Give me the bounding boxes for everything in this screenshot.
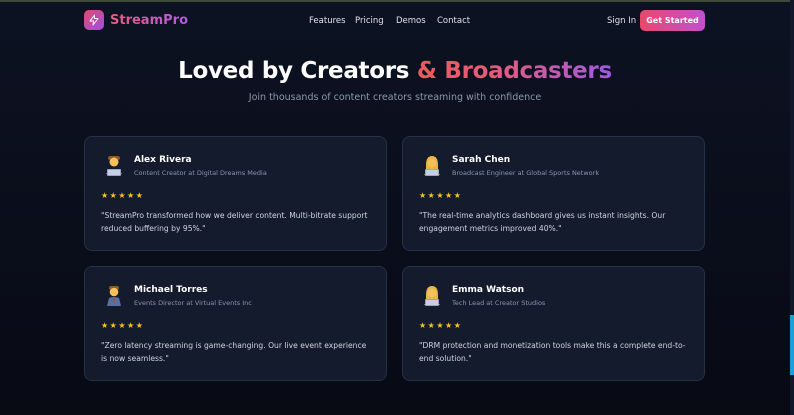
get-started-button[interactable]: Get Started xyxy=(640,10,705,31)
nav-link-demos[interactable]: Demos xyxy=(396,16,426,26)
testimonial-card: Emma Watson Tech Lead at Creator Studios… xyxy=(402,266,705,381)
testimonial-quote: "StreamPro transformed how we deliver co… xyxy=(101,211,368,233)
testimonial-card: Michael Torres Events Director at Virtua… xyxy=(84,266,387,381)
testimonial-quote: "DRM protection and monetization tools m… xyxy=(419,341,686,363)
testimonial-role: Content Creator at Digital Dreams Media xyxy=(134,169,267,177)
nav-link-features[interactable]: Features xyxy=(309,16,346,26)
testimonial-quote: "The real-time analytics dashboard gives… xyxy=(419,211,666,233)
section-title: Loved by Creators & Broadcasters xyxy=(0,58,790,84)
star-rating: ★★★★★ xyxy=(419,321,463,330)
man-office-worker-icon xyxy=(103,285,125,307)
testimonial-name: Emma Watson xyxy=(452,285,525,295)
section-subtitle: Join thousands of content creators strea… xyxy=(248,92,542,103)
testimonial-role: Tech Lead at Creator Studios xyxy=(452,299,546,307)
woman-technologist-icon xyxy=(421,285,443,307)
testimonial-name: Michael Torres xyxy=(134,285,208,295)
star-rating: ★★★★★ xyxy=(419,191,463,200)
testimonial-quote: "Zero latency streaming is game-changing… xyxy=(101,341,367,363)
nav-link-pricing[interactable]: Pricing xyxy=(355,16,384,26)
testimonial-role: Broadcast Engineer at Global Sports Netw… xyxy=(452,169,600,177)
sign-in-link[interactable]: Sign In xyxy=(607,16,636,26)
title-accent: & Broadcasters xyxy=(416,58,612,84)
testimonial-name: Sarah Chen xyxy=(452,155,511,165)
testimonial-card: Sarah Chen Broadcast Engineer at Global … xyxy=(402,136,705,251)
woman-technologist-icon xyxy=(421,155,443,177)
brand-name: StreamPro xyxy=(110,12,188,28)
brand-logo[interactable]: StreamPro xyxy=(84,10,188,30)
title-main: Loved by Creators xyxy=(178,58,417,84)
nav-link-contact[interactable]: Contact xyxy=(437,16,470,26)
testimonial-name: Alex Rivera xyxy=(134,155,192,165)
star-rating: ★★★★★ xyxy=(101,321,145,330)
lightning-icon xyxy=(84,10,104,30)
man-technologist-icon xyxy=(103,155,125,177)
testimonial-role: Events Director at Virtual Events Inc xyxy=(134,299,252,307)
star-rating: ★★★★★ xyxy=(101,191,145,200)
testimonial-card: Alex Rivera Content Creator at Digital D… xyxy=(84,136,387,251)
navbar: StreamPro Features Pricing Demos Contact… xyxy=(0,2,790,40)
scrollbar-thumb[interactable] xyxy=(790,315,794,375)
